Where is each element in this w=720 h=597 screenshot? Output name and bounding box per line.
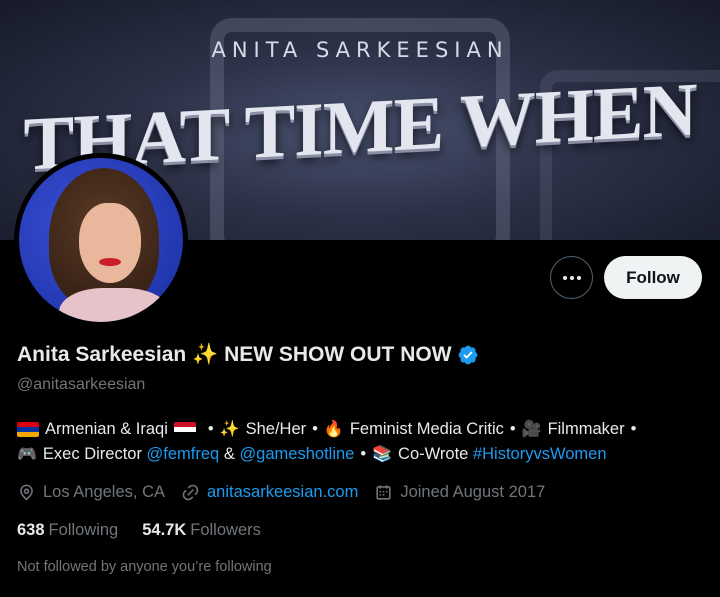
mention-gameshotline[interactable]: @gameshotline [239,442,354,467]
following-label: Following [48,521,119,539]
website-item: anitasarkeesian.com [181,483,358,502]
display-name: Anita Sarkeesian ✨ NEW SHOW OUT NOW [17,343,452,366]
followers-label: Followers [190,521,261,539]
calendar-icon [376,485,391,500]
movie-camera-icon: 🎥 [521,421,542,438]
bio-cowrote: Co-Wrote [398,445,469,463]
bio-separator: • [509,420,516,438]
followed-by-note: Not followed by anyone you’re following [17,559,272,575]
books-icon: 📚 [372,446,393,463]
follow-button[interactable]: Follow [604,256,702,299]
bio-critic: Feminist Media Critic [349,420,504,438]
bio-heritage: Armenian & Iraqi [45,420,168,438]
followers-count: 54.7K [142,521,187,539]
joined-text: Joined August 2017 [400,483,546,501]
sparkles-icon: ✨ [219,421,240,438]
location-item: Los Angeles, CA [17,483,165,502]
bio-pronouns: She/Her [245,420,307,438]
avatar-image [19,158,183,322]
gamepad-icon: 🎮 [17,446,37,463]
profile-bio: Armenian & Iraqi • ✨ She/Her • 🔥 Feminis… [17,417,707,467]
profile-meta: Los Angeles, CA anitasarkeesian.com Join… [17,483,561,502]
more-options-icon [562,275,581,280]
mention-femfreq[interactable]: @femfreq [147,442,220,467]
location-text: Los Angeles, CA [43,483,165,501]
bio-line-1: Armenian & Iraqi • ✨ She/Her • 🔥 Feminis… [17,417,707,442]
iraq-flag-icon [173,422,196,437]
profile-handle: @anitasarkeesian [17,376,146,393]
link-icon [182,484,199,501]
bio-separator: • [312,420,318,438]
profile-avatar[interactable] [14,153,188,327]
armenia-flag-icon [17,422,39,437]
fire-icon: 🔥 [323,421,344,438]
following-count: 638 [17,521,45,539]
more-options-button[interactable] [550,256,593,299]
followers-link[interactable]: 54.7K Followers [142,521,261,540]
bio-ampersand: & [223,445,235,463]
bio-separator: • [360,445,367,463]
bio-separator: • [630,420,637,438]
hashtag-historyvswomen[interactable]: #HistoryvsWomen [473,442,607,467]
bio-filmmaker: Filmmaker [547,420,625,438]
bio-separator: • [207,420,214,438]
joined-item: Joined August 2017 [374,483,545,502]
display-name-row: Anita Sarkeesian ✨ NEW SHOW OUT NOW [17,343,479,367]
verified-badge-icon[interactable] [457,344,479,366]
following-link[interactable]: 638 Following [17,521,118,540]
banner-subtitle: ANITA SARKEESIAN [211,38,509,62]
bio-line-2: 🎮 Exec Director @femfreq & @gameshotline… [17,442,707,467]
bio-exec-director: Exec Director [42,445,142,463]
location-pin-icon [20,484,33,501]
profile-stats: 638 Following 54.7K Followers [17,521,285,540]
website-link[interactable]: anitasarkeesian.com [207,483,358,502]
